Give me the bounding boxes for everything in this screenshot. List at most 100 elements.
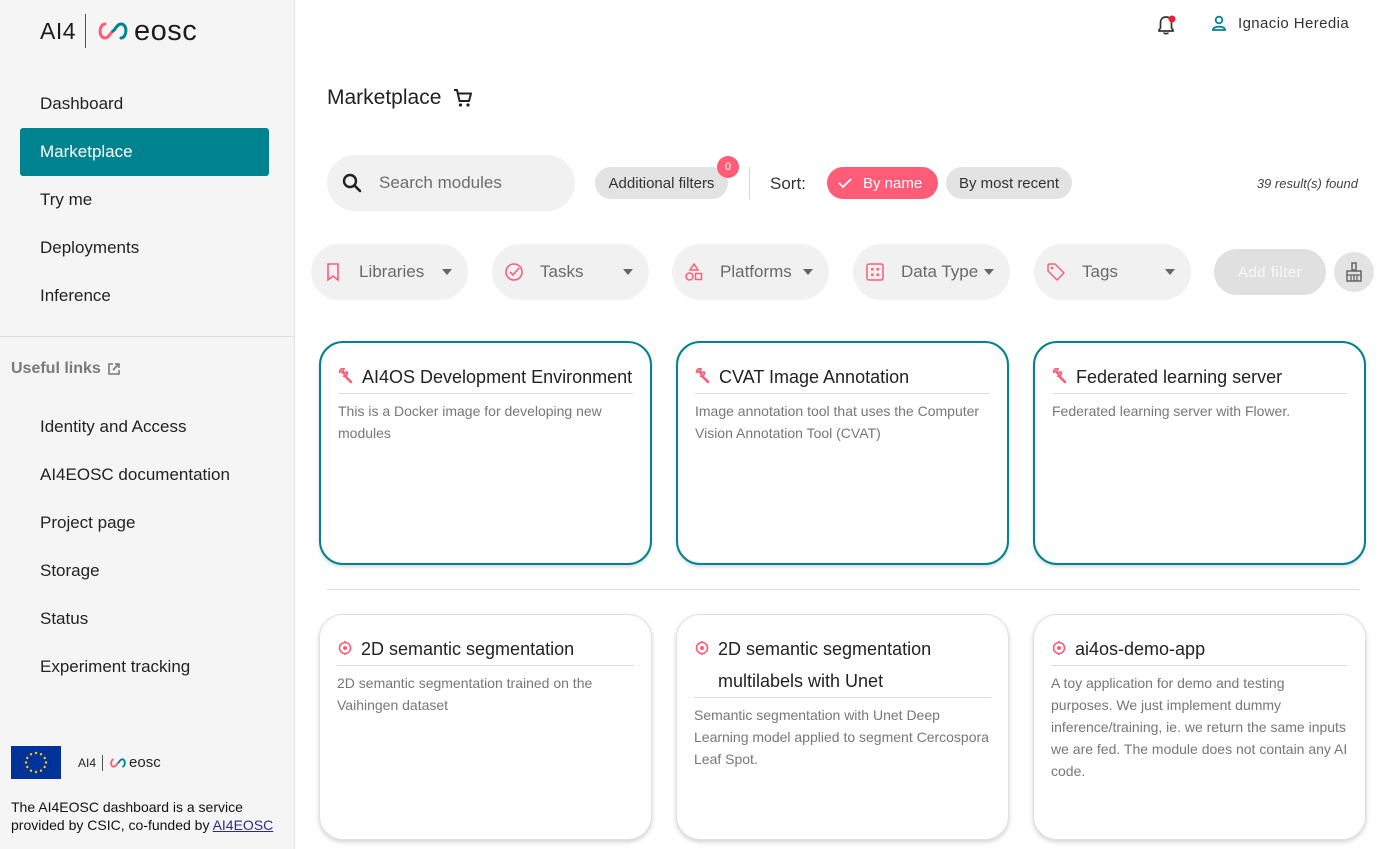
search-icon (342, 173, 362, 193)
footer-ai4eosc-logo: AI4 eosc (78, 754, 161, 771)
search-input[interactable] (379, 173, 559, 193)
card-description: Semantic segmentation with Unet Deep Lea… (694, 707, 989, 767)
footer-description: The AI4EOSC dashboard is a service provi… (11, 799, 243, 833)
card-description: Federated learning server with Flower. (1052, 403, 1291, 419)
brain-icon (338, 641, 352, 655)
footer-logo-separator (102, 754, 104, 771)
module-card-ai4os-demo-app[interactable]: ai4os-demo-app A toy application for dem… (1033, 614, 1366, 840)
filter-tasks-label: Tasks (540, 262, 584, 281)
filter-libraries[interactable]: Libraries (311, 244, 468, 300)
footer-logo-ai4: AI4 (78, 755, 97, 770)
filter-data-type[interactable]: Data Type (853, 244, 1010, 300)
module-card-federated-server[interactable]: Federated learning server Federated lear… (1033, 341, 1366, 565)
wrench-icon (338, 368, 353, 384)
logo-ai4-text: AI4 (40, 17, 77, 44)
link-project-page[interactable]: Project page (20, 499, 269, 547)
chevron-down-icon (984, 269, 994, 275)
link-identity-and-access[interactable]: Identity and Access (20, 403, 269, 451)
broom-icon (1346, 262, 1362, 282)
footer-infinity-icon (110, 757, 126, 768)
sidebar: AI4 eosc Dashboard Marketplace Try me De… (0, 0, 295, 849)
filter-data-type-label: Data Type (901, 262, 979, 281)
card-title: AI4OS Development Environment (338, 361, 633, 394)
card-title-text: ai4os-demo-app (1075, 639, 1206, 659)
user-name: Ignacio Heredia (1238, 14, 1350, 32)
chevron-down-icon (623, 269, 633, 275)
nav-item-inference[interactable]: Inference (20, 272, 269, 320)
grid-icon (866, 263, 884, 281)
add-filter-button[interactable]: Add filter (1214, 249, 1326, 295)
nav-item-try-me[interactable]: Try me (20, 176, 269, 224)
filter-libraries-label: Libraries (359, 262, 425, 281)
card-description: Image annotation tool that uses the Comp… (695, 403, 980, 441)
filter-tasks[interactable]: Tasks (492, 244, 649, 300)
card-title-text: CVAT Image Annotation (719, 367, 910, 387)
useful-links-title: Useful links (11, 360, 101, 377)
card-description: This is a Docker image for developing ne… (338, 403, 602, 441)
check-circle-icon (505, 263, 523, 281)
module-card-cvat[interactable]: CVAT Image Annotation Image annotation t… (676, 341, 1009, 565)
link-ai4eosc-documentation[interactable]: AI4EOSC documentation (20, 451, 269, 499)
bell-icon (1158, 15, 1176, 35)
nav-item-deployments[interactable]: Deployments (20, 224, 269, 272)
eu-flag-icon (11, 746, 61, 779)
user-menu[interactable]: Ignacio Heredia (1210, 14, 1349, 32)
card-description: A toy application for demo and testing p… (1051, 675, 1348, 779)
sort-by-name-button[interactable]: By name (827, 167, 938, 199)
link-status[interactable]: Status (20, 595, 269, 643)
card-title: Federated learning server (1052, 361, 1347, 394)
card-title: CVAT Image Annotation (695, 361, 990, 394)
page-title: Marketplace (327, 86, 475, 110)
check-icon (838, 178, 852, 189)
user-icon (1212, 15, 1226, 31)
filter-tags-label: Tags (1082, 262, 1118, 281)
chevron-down-icon (442, 269, 452, 275)
footer-text: The AI4EOSC dashboard is a service provi… (11, 798, 281, 834)
bookmark-icon (327, 263, 339, 282)
card-title: 2D semantic segmentation (337, 633, 634, 666)
clear-filters-button[interactable] (1334, 252, 1374, 292)
brain-icon (1052, 641, 1066, 655)
card-title: 2D semantic segmentation multilabels wit… (694, 633, 991, 698)
card-title-text: AI4OS Development Environment (362, 367, 633, 387)
search-box[interactable] (327, 155, 575, 211)
nav-item-marketplace[interactable]: Marketplace (20, 128, 269, 176)
external-link-icon (108, 363, 120, 375)
ai4eosc-logo[interactable]: AI4 eosc (40, 14, 197, 48)
nav-item-dashboard[interactable]: Dashboard (20, 80, 269, 128)
sort-by-recent-button[interactable]: By most recent (946, 167, 1072, 199)
card-title-text: Federated learning server (1076, 367, 1283, 387)
additional-filters-label: Additional filters (608, 174, 715, 192)
chevron-down-icon (803, 269, 813, 275)
logo-separator (85, 14, 87, 48)
sort-by-name-label: By name (863, 174, 923, 192)
brain-icon (695, 641, 709, 655)
footer-logos: AI4 eosc (11, 746, 161, 779)
card-title-text: 2D semantic segmentation multilabels wit… (718, 639, 932, 691)
module-card-ai4os-dev-env[interactable]: AI4OS Development Environment This is a … (319, 341, 652, 565)
main-nav: Dashboard Marketplace Try me Deployments… (20, 80, 269, 320)
filter-tags[interactable]: Tags (1034, 244, 1191, 300)
module-card-2d-semantic-segmentation-unet[interactable]: 2D semantic segmentation multilabels wit… (676, 614, 1009, 840)
footer-logo-eosc: eosc (129, 754, 161, 771)
filter-platforms[interactable]: Platforms (672, 244, 829, 300)
link-storage[interactable]: Storage (20, 547, 269, 595)
logo-eosc-text: eosc (134, 14, 198, 47)
sort-label: Sort: (770, 174, 806, 193)
wrench-icon (695, 368, 710, 384)
module-card-2d-semantic-segmentation[interactable]: 2D semantic segmentation 2D semantic seg… (319, 614, 652, 840)
card-title-text: 2D semantic segmentation (361, 639, 575, 659)
notifications-button[interactable] (1156, 14, 1178, 41)
additional-filters-count-badge: 0 (717, 156, 739, 178)
link-experiment-tracking[interactable]: Experiment tracking (20, 643, 269, 691)
cart-icon (454, 89, 473, 107)
page-title-text: Marketplace (327, 86, 442, 109)
eosc-infinity-icon (98, 22, 128, 40)
shapes-icon (685, 262, 703, 281)
chevron-down-icon (1165, 269, 1175, 275)
card-title: ai4os-demo-app (1051, 633, 1348, 666)
footer-ai4eosc-link[interactable]: AI4EOSC (213, 817, 274, 833)
additional-filters-button[interactable]: Additional filters (595, 167, 728, 199)
useful-links-heading: Useful links (11, 360, 121, 378)
wrench-icon (1052, 368, 1067, 384)
